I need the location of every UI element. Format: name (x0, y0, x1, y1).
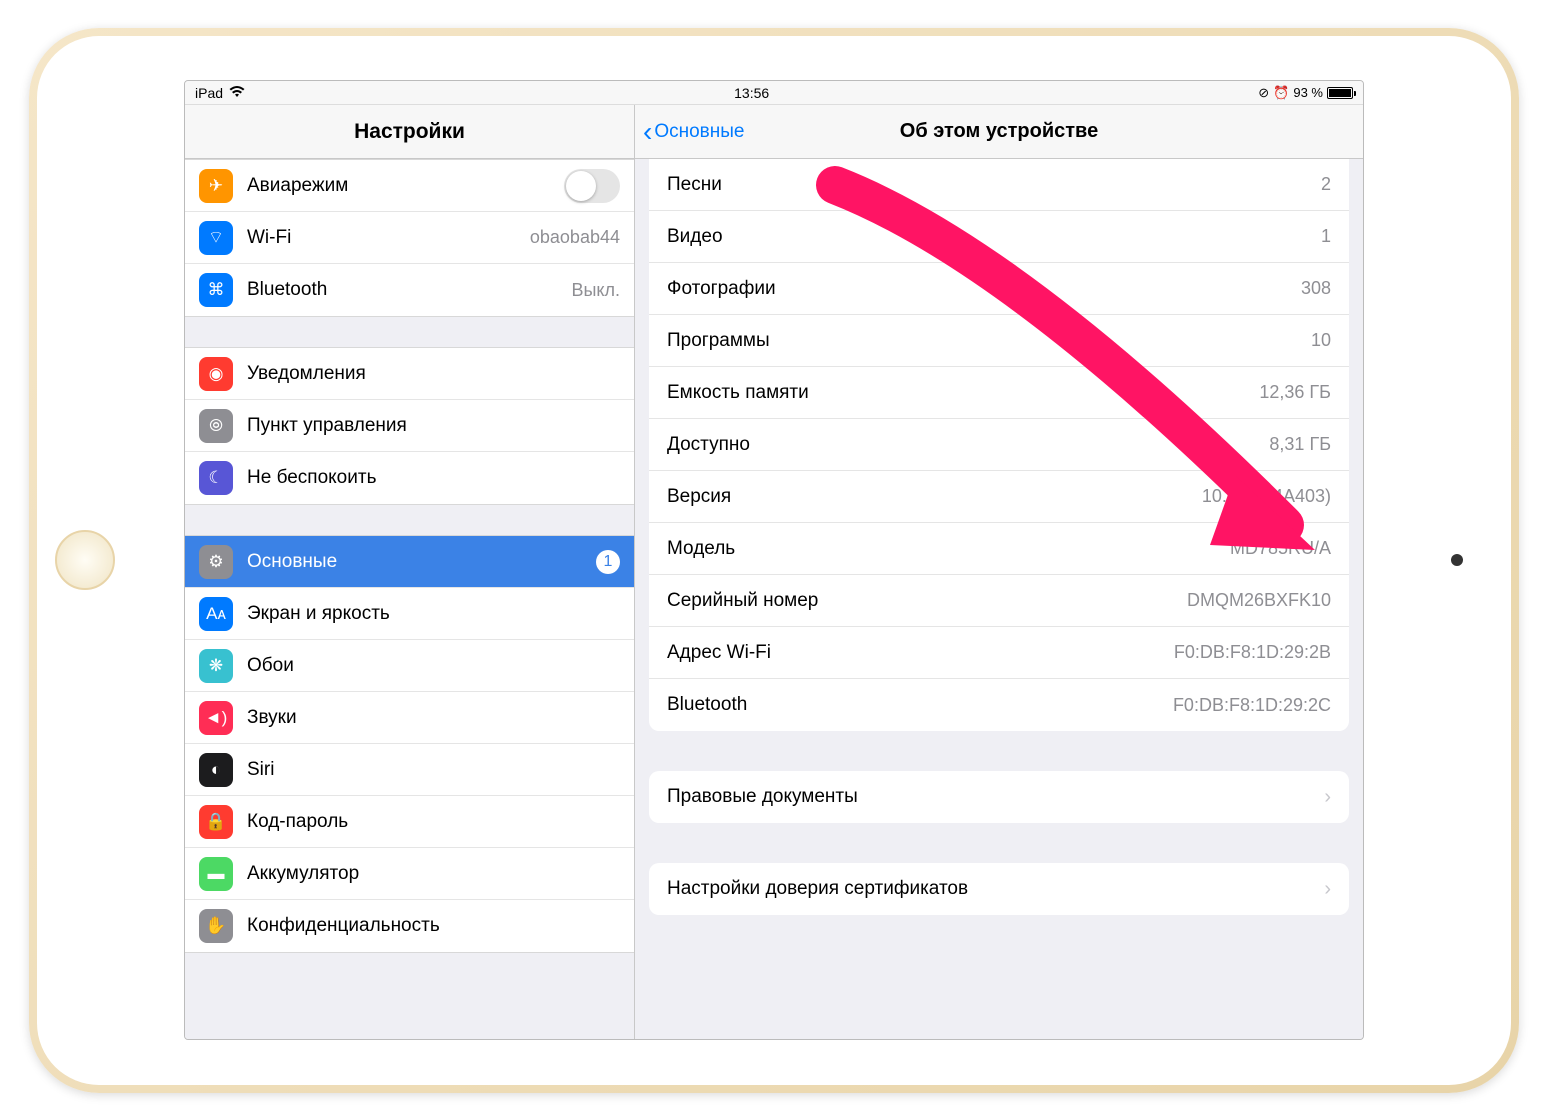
legal-group: Правовые документы › (649, 771, 1349, 823)
sidebar-item-wifi[interactable]: ⌔ Wi-Fiobaobab44 (185, 212, 634, 264)
sidebar-item-controlcenter[interactable]: ⦾ Пункт управления (185, 400, 634, 452)
sidebar-item-label: Siri (247, 759, 620, 781)
sidebar-item-notifications[interactable]: ◉ Уведомления (185, 348, 634, 400)
badge: 1 (596, 550, 620, 574)
clock: 13:56 (245, 85, 1258, 101)
alarm-icon: ⏰ (1273, 85, 1289, 101)
sidebar-item-label: Код-пароль (247, 811, 620, 833)
annotation-arrow (815, 175, 1335, 555)
airplane-icon: ✈ (199, 169, 233, 203)
status-bar: iPad 13:56 ⊘ ⏰ 93 % (185, 81, 1363, 105)
sidebar-item-privacy[interactable]: ✋ Конфиденциальность (185, 900, 634, 952)
sidebar-item-label: Авиарежим (247, 175, 564, 197)
sidebar-item-siri[interactable]: ◐ Siri (185, 744, 634, 796)
sidebar-item-label: Звуки (247, 707, 620, 729)
cert-trust-row[interactable]: Настройки доверия сертификатов › (649, 863, 1349, 915)
sidebar-item-bluetooth[interactable]: ⌘ BluetoothВыкл. (185, 264, 634, 316)
sidebar-item-label: Пункт управления (247, 415, 620, 437)
sidebar-item-label: Wi-Fi (247, 227, 530, 249)
sidebar-title: Настройки (185, 105, 634, 159)
siri-icon: ◐ (199, 753, 233, 787)
about-row-value: DMQM26BXFK10 (1187, 590, 1331, 611)
battery-icon: ▬ (199, 857, 233, 891)
dnd-icon: ☾ (199, 461, 233, 495)
home-button[interactable] (55, 530, 115, 590)
about-row[interactable]: Адрес Wi-FiF0:DB:F8:1D:29:2B (649, 627, 1349, 679)
wifi-status-icon (229, 85, 245, 101)
chevron-left-icon: ‹ (643, 118, 652, 146)
sidebar-item-dnd[interactable]: ☾ Не беспокоить (185, 452, 634, 504)
sidebar-item-label: Уведомления (247, 363, 620, 385)
sidebar-item-label: Основные (247, 551, 596, 573)
about-row-label: Адрес Wi-Fi (667, 642, 1174, 664)
about-row-value: F0:DB:F8:1D:29:2C (1173, 695, 1331, 716)
detail-pane: ‹ Основные Об этом устройстве Песни2Виде… (635, 105, 1363, 1039)
sidebar-item-general[interactable]: ⚙ Основные1 (185, 536, 634, 588)
legal-label: Правовые документы (667, 786, 1318, 808)
sidebar-item-wallpaper[interactable]: ❋ Обои (185, 640, 634, 692)
device-bezel: iPad 13:56 ⊘ ⏰ 93 % Настройки ✈ Авиарежим… (37, 36, 1511, 1085)
back-button[interactable]: ‹ Основные (635, 118, 744, 146)
bluetooth-icon: ⌘ (199, 273, 233, 307)
wallpaper-icon: ❋ (199, 649, 233, 683)
front-camera (1451, 554, 1463, 566)
screen: iPad 13:56 ⊘ ⏰ 93 % Настройки ✈ Авиарежим… (184, 80, 1364, 1040)
general-icon: ⚙ (199, 545, 233, 579)
sidebar-item-label: Экран и яркость (247, 603, 620, 625)
sidebar-item-value: obaobab44 (530, 227, 620, 248)
detail-header: ‹ Основные Об этом устройстве (635, 105, 1363, 159)
sidebar-item-value: Выкл. (571, 280, 620, 301)
sidebar-item-label: Обои (247, 655, 620, 677)
sidebar-item-sounds[interactable]: ◄) Звуки (185, 692, 634, 744)
back-label: Основные (654, 121, 744, 143)
sidebar-item-label: Bluetooth (247, 279, 571, 301)
settings-sidebar: Настройки ✈ Авиарежим ⌔ Wi-Fiobaobab44 ⌘ Blue… (185, 105, 635, 1039)
about-row[interactable]: Серийный номерDMQM26BXFK10 (649, 575, 1349, 627)
sidebar-item-passcode[interactable]: 🔒 Код-пароль (185, 796, 634, 848)
about-row-label: Серийный номер (667, 590, 1187, 612)
sidebar-item-label: Аккумулятор (247, 863, 620, 885)
sounds-icon: ◄) (199, 701, 233, 735)
wifi-icon: ⌔ (199, 221, 233, 255)
sidebar-item-label: Конфиденциальность (247, 915, 620, 937)
passcode-icon: 🔒 (199, 805, 233, 839)
display-icon: Aᴀ (199, 597, 233, 631)
sidebar-item-battery[interactable]: ▬ Аккумулятор (185, 848, 634, 900)
about-row-value: F0:DB:F8:1D:29:2B (1174, 642, 1331, 663)
battery-percent: 93 % (1293, 85, 1323, 100)
battery-icon (1327, 87, 1353, 99)
privacy-icon: ✋ (199, 909, 233, 943)
sidebar-item-display[interactable]: Aᴀ Экран и яркость (185, 588, 634, 640)
cert-group: Настройки доверия сертификатов › (649, 863, 1349, 915)
orientation-lock-icon: ⊘ (1258, 85, 1269, 101)
sidebar-item-label: Не беспокоить (247, 467, 620, 489)
legal-row[interactable]: Правовые документы › (649, 771, 1349, 823)
cert-label: Настройки доверия сертификатов (667, 878, 1318, 900)
about-row-label: Bluetooth (667, 694, 1173, 716)
sidebar-item-airplane[interactable]: ✈ Авиарежим (185, 160, 634, 212)
chevron-right-icon: › (1324, 878, 1331, 901)
chevron-right-icon: › (1324, 786, 1331, 809)
device-name: iPad (195, 85, 223, 101)
about-row[interactable]: BluetoothF0:DB:F8:1D:29:2C (649, 679, 1349, 731)
notifications-icon: ◉ (199, 357, 233, 391)
controlcenter-icon: ⦾ (199, 409, 233, 443)
ipad-device-frame: iPad 13:56 ⊘ ⏰ 93 % Настройки ✈ Авиарежим… (29, 28, 1519, 1093)
airplane-toggle[interactable] (564, 169, 620, 203)
